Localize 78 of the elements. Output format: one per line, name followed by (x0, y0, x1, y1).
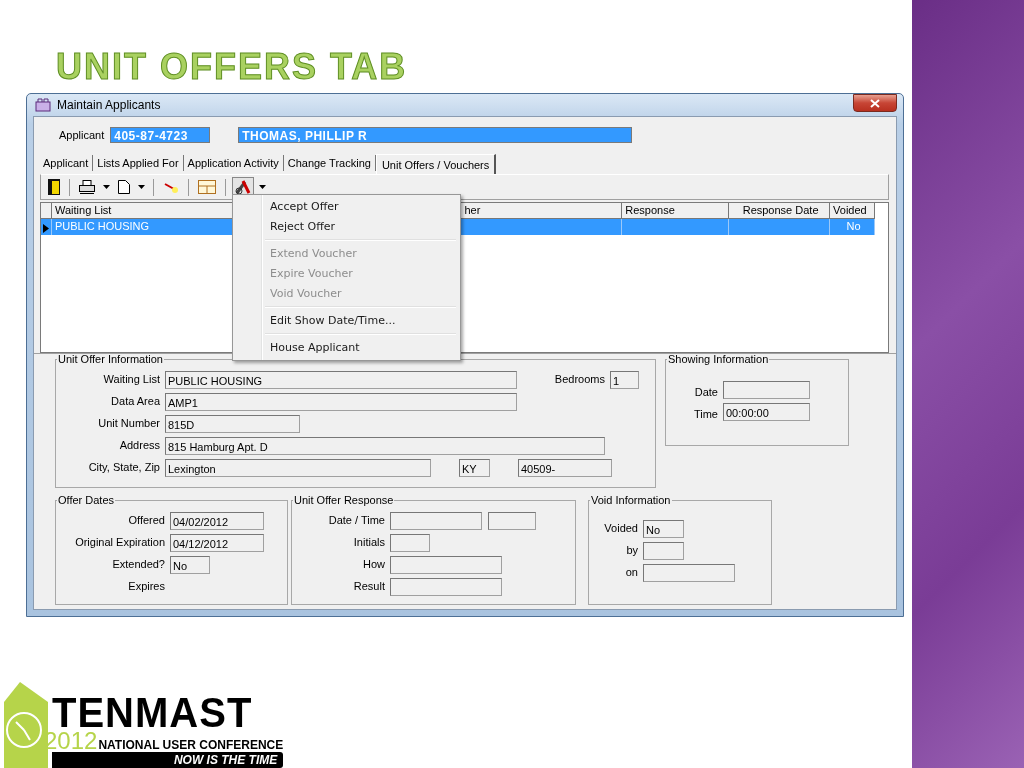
text-field[interactable]: No (170, 556, 210, 574)
menu-item[interactable]: Edit Show Date/Time... (235, 311, 458, 331)
menu-item[interactable]: Reject Offer (235, 217, 458, 237)
app-icon (35, 98, 51, 112)
text-field[interactable]: 04/02/2012 (170, 512, 264, 530)
field-label: Bedrooms (553, 373, 606, 385)
slide-title: UNIT OFFERS TAB (56, 45, 409, 89)
exit-button[interactable] (45, 176, 63, 198)
text-field[interactable]: 815D (165, 415, 300, 433)
field-label: Expires (127, 580, 166, 592)
tab[interactable]: Unit Offers / Vouchers (375, 154, 497, 174)
group-title: Showing Information (667, 353, 770, 365)
text-field[interactable] (723, 381, 810, 399)
field-label: Result (352, 580, 386, 592)
tab[interactable]: Lists Applied For (93, 155, 184, 171)
text-field[interactable]: KY (459, 459, 490, 477)
field-label: Original Expiration (74, 536, 166, 548)
field-label: Data Area (110, 395, 161, 407)
caret-icon (103, 185, 110, 189)
text-field[interactable] (390, 534, 430, 552)
group-title: Void Information (590, 494, 672, 506)
field-label: Time (692, 407, 719, 420)
text-field[interactable]: 1 (610, 371, 639, 389)
field-label: Unit Number (97, 417, 161, 429)
text-field[interactable] (390, 512, 482, 530)
caret-icon (259, 185, 266, 189)
text-field[interactable]: AMP1 (165, 393, 517, 411)
field-label: Applicant (59, 129, 105, 141)
text-field[interactable] (643, 542, 684, 560)
logo-brand: TENMAST (52, 693, 254, 731)
window-title: Maintain Applicants (57, 98, 161, 112)
printer-icon (79, 180, 95, 194)
door-icon (48, 179, 60, 195)
close-button[interactable] (853, 94, 897, 112)
close-icon (870, 98, 880, 108)
window-icon (198, 180, 216, 194)
text-field[interactable]: PUBLIC HOUSING (165, 371, 517, 389)
text-field[interactable]: Lexington (165, 459, 431, 477)
text-field[interactable] (643, 564, 735, 582)
text-field[interactable] (488, 512, 536, 530)
table-cell: No (830, 219, 875, 235)
menu-item[interactable]: House Applicant (235, 338, 458, 358)
field-label: on (624, 566, 639, 578)
page-icon (118, 180, 130, 194)
field-label: Date (693, 385, 719, 398)
text-field[interactable]: 00:00:00 (723, 403, 810, 421)
logo-tagline: NOW IS THE TIME (52, 752, 284, 768)
group-title: Offer Dates (57, 494, 116, 506)
field-label: by (625, 544, 639, 556)
text-field[interactable]: 815 Hamburg Apt. D (165, 437, 605, 455)
group-title: Unit Offer Information (57, 353, 164, 365)
tab[interactable]: Applicant (39, 155, 94, 171)
column-header[interactable]: Response (622, 203, 730, 219)
field-label: Date / Time (327, 514, 386, 526)
pen-icon (163, 180, 179, 194)
text-field[interactable]: 04/12/2012 (170, 534, 264, 552)
field-label: Initials (352, 536, 386, 548)
field-label: How (362, 558, 386, 570)
text-field[interactable]: 40509- (518, 459, 612, 477)
column-header[interactable]: Response Date (729, 203, 831, 219)
field-label: City, State, Zip (87, 461, 161, 473)
field-label: Extended? (111, 558, 166, 570)
text-field[interactable] (390, 556, 502, 574)
tab[interactable]: Change Tracking (283, 155, 376, 171)
field-label: Offered (127, 514, 166, 526)
field-label: Waiting List (102, 373, 161, 385)
text-field[interactable] (390, 578, 502, 596)
text-field[interactable]: No (643, 520, 684, 538)
caret-icon (138, 185, 145, 189)
column-header[interactable]: her (461, 203, 623, 219)
field-label: Voided (603, 522, 639, 534)
row-pointer-icon (43, 224, 49, 233)
group-title: Unit Offer Response (293, 494, 395, 506)
column-header[interactable]: Voided (830, 203, 875, 219)
menu-item[interactable]: Accept Offer (235, 197, 458, 217)
tab[interactable]: Application Activity (183, 155, 284, 171)
field-label: Address (118, 439, 161, 451)
logo-subtitle: NATIONAL USER CONFERENCE (98, 738, 284, 752)
